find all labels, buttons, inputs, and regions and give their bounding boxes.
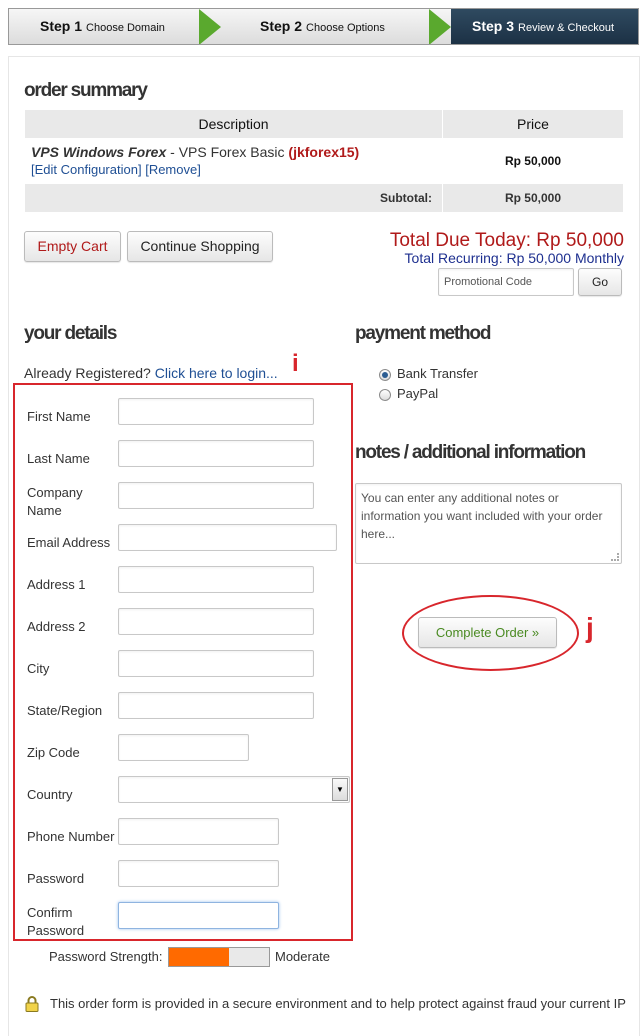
complete-order-button[interactable]: Complete Order » bbox=[418, 617, 557, 648]
paypal-radio[interactable] bbox=[379, 389, 391, 401]
edit-configuration-link[interactable]: [Edit Configuration] bbox=[31, 162, 142, 177]
city-label: City bbox=[27, 661, 50, 676]
your-details-title: your details bbox=[24, 323, 117, 344]
email-field[interactable] bbox=[118, 524, 337, 551]
password-strength-meter bbox=[168, 947, 270, 967]
first-name-label: First Name bbox=[27, 409, 91, 424]
password-field[interactable] bbox=[118, 860, 279, 887]
country-select[interactable]: ▼ bbox=[118, 776, 350, 803]
total-recurring: Total Recurring: Rp 50,000 Monthly bbox=[404, 250, 624, 266]
product-name: VPS Forex Basic bbox=[178, 144, 285, 160]
notes-textarea[interactable]: You can enter any additional notes or in… bbox=[355, 483, 622, 564]
confirm-password-field[interactable] bbox=[118, 902, 279, 929]
zip-field[interactable] bbox=[118, 734, 249, 761]
login-link[interactable]: Click here to login... bbox=[155, 365, 278, 381]
company-name-label: Company Name bbox=[27, 485, 83, 518]
order-summary-title: order summary bbox=[24, 80, 148, 101]
lock-icon bbox=[25, 996, 39, 1012]
country-label: Country bbox=[27, 787, 73, 802]
step-arrow-icon bbox=[199, 9, 221, 44]
continue-shopping-button[interactable]: Continue Shopping bbox=[127, 231, 273, 262]
zip-label: Zip Code bbox=[27, 745, 80, 760]
state-label: State/Region bbox=[27, 703, 103, 718]
address2-label: Address 2 bbox=[27, 619, 86, 634]
checkout-steps: Step 1 Choose Domain Step 2 Choose Options… bbox=[8, 8, 639, 45]
step-arrow-icon bbox=[429, 9, 451, 44]
phone-label: Phone Number bbox=[27, 829, 115, 844]
product-group: VPS Windows Forex bbox=[31, 144, 167, 160]
promo-go-button[interactable]: Go bbox=[578, 268, 622, 296]
total-due-today: Total Due Today: Rp 50,000 bbox=[389, 230, 624, 251]
password-strength-label: Password Strength: bbox=[49, 949, 163, 964]
company-name-field[interactable] bbox=[118, 482, 314, 509]
subtotal-label: Subtotal: bbox=[25, 184, 442, 212]
domain-name: (jkforex15) bbox=[288, 144, 360, 160]
secure-notice: This order form is provided in a secure … bbox=[50, 996, 626, 1011]
chevron-down-icon[interactable]: ▼ bbox=[332, 778, 348, 801]
email-label: Email Address bbox=[27, 535, 111, 550]
annotation-j: j bbox=[586, 612, 594, 643]
password-strength-value: Moderate bbox=[275, 949, 330, 964]
paypal-label[interactable]: PayPal bbox=[397, 385, 438, 403]
cart-item-price: Rp 50,000 bbox=[443, 139, 623, 183]
step-2: Step 2 Choose Options bbox=[260, 18, 385, 34]
bank-transfer-radio[interactable] bbox=[379, 369, 391, 381]
notes-title: notes / additional information bbox=[355, 442, 586, 463]
password-strength-fill bbox=[169, 948, 229, 966]
subtotal-row: Subtotal: Rp 50,000 bbox=[25, 184, 623, 212]
payment-method-title: payment method bbox=[355, 323, 491, 344]
annotation-i: i bbox=[292, 350, 299, 377]
subtotal-value: Rp 50,000 bbox=[443, 184, 623, 212]
address2-field[interactable] bbox=[118, 608, 314, 635]
first-name-field[interactable] bbox=[118, 398, 314, 425]
empty-cart-button[interactable]: Empty Cart bbox=[24, 231, 121, 262]
cart-table: Description Price VPS Windows Forex - VP… bbox=[24, 109, 624, 213]
confirm-password-label: Confirm Password bbox=[27, 905, 85, 938]
state-field[interactable] bbox=[118, 692, 314, 719]
step-3: Step 3 Review & Checkout bbox=[472, 18, 615, 34]
step-1: Step 1 Choose Domain bbox=[40, 18, 165, 34]
address1-label: Address 1 bbox=[27, 577, 86, 592]
last-name-label: Last Name bbox=[27, 451, 90, 466]
already-registered-text: Already Registered? Click here to login.… bbox=[24, 365, 278, 381]
address1-field[interactable] bbox=[118, 566, 314, 593]
phone-field[interactable] bbox=[118, 818, 279, 845]
remove-link[interactable]: [Remove] bbox=[145, 162, 201, 177]
table-row: VPS Windows Forex - VPS Forex Basic (jkf… bbox=[25, 139, 623, 183]
price-header: Price bbox=[443, 110, 623, 138]
city-field[interactable] bbox=[118, 650, 314, 677]
cart-item-description: VPS Windows Forex - VPS Forex Basic (jkf… bbox=[25, 139, 442, 183]
resize-handle-icon[interactable] bbox=[611, 553, 619, 561]
last-name-field[interactable] bbox=[118, 440, 314, 467]
bank-transfer-label[interactable]: Bank Transfer bbox=[397, 365, 478, 383]
password-label: Password bbox=[27, 871, 85, 886]
promo-code-input[interactable]: Promotional Code bbox=[438, 268, 574, 296]
description-header: Description bbox=[25, 110, 442, 138]
